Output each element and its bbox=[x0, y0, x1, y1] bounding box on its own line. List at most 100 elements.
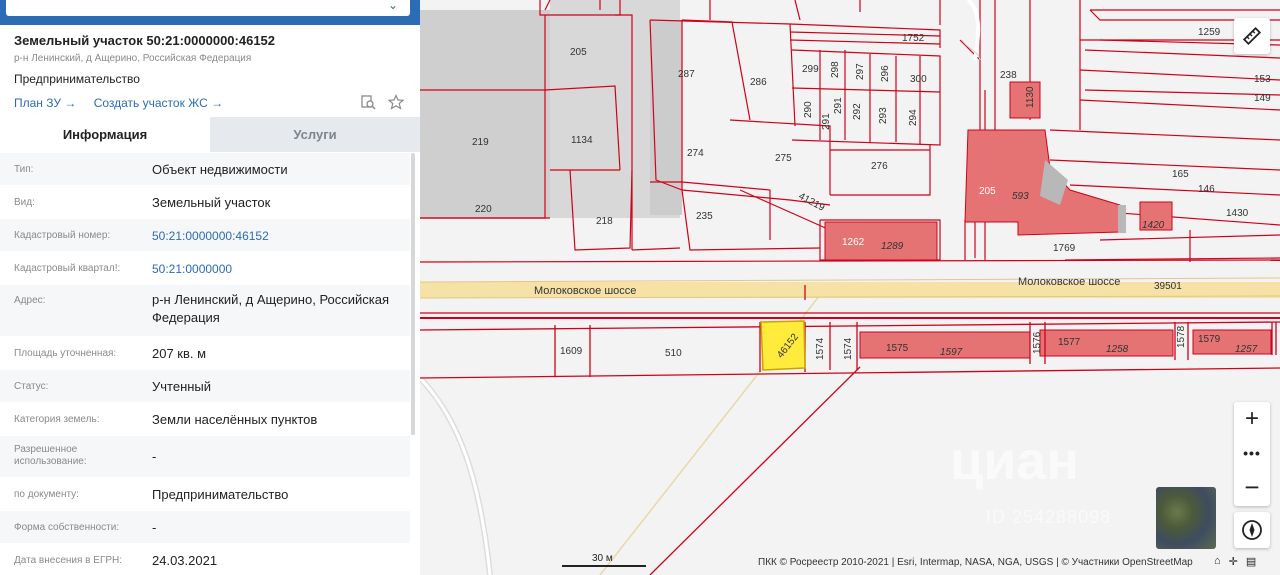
parcel-label: 593 bbox=[1012, 191, 1029, 202]
ruler-icon bbox=[1242, 26, 1262, 46]
layers-icon[interactable]: ▤ bbox=[1246, 555, 1256, 568]
parcel-label: 298 bbox=[830, 61, 841, 78]
parcel-label: 220 bbox=[475, 204, 492, 215]
search-input[interactable]: ⌄ bbox=[6, 0, 410, 16]
parcel-label: 41219 bbox=[797, 191, 827, 214]
more-button[interactable]: ••• bbox=[1234, 436, 1270, 470]
table-row: Кадастровый номер: 50:21:0000000:46152 bbox=[0, 219, 410, 252]
parcel-label: 1575 bbox=[886, 343, 909, 354]
parcel-label: 1262 bbox=[842, 237, 865, 248]
object-title: Земельный участок 50:21:0000000:46152 bbox=[14, 33, 276, 48]
parcel-label: 287 bbox=[678, 69, 695, 80]
parcel-label: 1130 bbox=[1025, 86, 1036, 108]
row-key: Категория земель: bbox=[14, 414, 100, 425]
road-label-left: Молоковское шоссе bbox=[534, 285, 636, 297]
top-search-bar: ⌄ bbox=[0, 0, 435, 25]
parcel-label: 218 bbox=[596, 216, 613, 227]
parcel-label: 235 bbox=[696, 211, 713, 222]
map-road-curve bbox=[420, 375, 493, 575]
row-value: Объект недвижимости bbox=[152, 162, 288, 177]
map-building-block bbox=[420, 10, 550, 218]
parcel-label: 510 bbox=[665, 348, 682, 359]
row-value: Учтенный bbox=[152, 379, 212, 394]
row-key: по документу: bbox=[14, 489, 79, 500]
row-key: Тип: bbox=[14, 164, 34, 175]
parcel-label: 1289 bbox=[881, 241, 904, 252]
row-key: Дата внесения в ЕГРН: bbox=[14, 555, 123, 566]
parcel-label: 276 bbox=[871, 161, 888, 172]
parcel-label: 219 bbox=[472, 137, 489, 148]
watermark: циан bbox=[950, 431, 1080, 491]
parcel-label: 275 bbox=[775, 153, 792, 164]
row-value: Земли населённых пунктов bbox=[152, 412, 318, 427]
zoom-in-button[interactable]: + bbox=[1234, 402, 1270, 436]
map-canvas[interactable]: 1752 1259 205 287 286 299 298 297 296 30… bbox=[420, 0, 1280, 575]
row-value: Предпринимательство bbox=[152, 487, 289, 502]
satellite-layer-toggle[interactable] bbox=[1156, 487, 1216, 549]
road-label-right: Молоковское шоссе bbox=[1018, 276, 1120, 288]
parcel-label: 1574 bbox=[815, 337, 826, 360]
watermark-id: ID 254288098 bbox=[986, 507, 1112, 527]
zoom-controls: + ••• − bbox=[1234, 402, 1270, 506]
plan-zu-link[interactable]: План ЗУ → bbox=[14, 96, 76, 110]
ruler-button[interactable] bbox=[1234, 18, 1270, 54]
scale-label: 30 м bbox=[592, 553, 613, 564]
row-value: 24.03.2021 bbox=[152, 553, 218, 568]
cadastral-quarter-link[interactable]: 50:21:0000000 bbox=[152, 260, 407, 278]
object-use: Предпринимательство bbox=[14, 72, 140, 86]
parcel-label: 297 bbox=[855, 63, 866, 80]
info-panel: Земельный участок 50:21:0000000:46152 р-… bbox=[0, 0, 420, 575]
row-value: - bbox=[152, 520, 157, 535]
star-icon[interactable] bbox=[388, 94, 404, 110]
chevron-down-icon[interactable]: ⌄ bbox=[388, 0, 398, 12]
cadastral-map[interactable]: 1752 1259 205 287 286 299 298 297 296 30… bbox=[420, 0, 1280, 575]
table-row: Категория земель: Земли населённых пункт… bbox=[0, 403, 410, 436]
scrollbar[interactable] bbox=[411, 153, 415, 435]
parcel-label: 299 bbox=[802, 64, 819, 75]
parcel-label: 294 bbox=[908, 109, 919, 126]
table-row: Кадастровый квартал!: 50:21:0000000 bbox=[0, 252, 410, 285]
object-subtitle: р-н Ленинский, д Ащерино, Российская Фед… bbox=[14, 53, 252, 64]
locate-icon[interactable]: ✛ bbox=[1229, 555, 1238, 568]
parcel-label: 1257 bbox=[1235, 344, 1258, 355]
table-row: Адрес: р-н Ленинский, д Ащерино, Российс… bbox=[0, 285, 410, 337]
parcel-label: 1574 bbox=[843, 337, 854, 360]
tab-services[interactable]: Услуги bbox=[210, 117, 420, 152]
row-value: 207 кв. м bbox=[152, 346, 207, 361]
road-edge bbox=[420, 277, 1280, 283]
parcel-label: 146 bbox=[1198, 184, 1215, 195]
building-shadow bbox=[1118, 205, 1126, 233]
parcel-label: 1577 bbox=[1058, 337, 1081, 348]
parcel-label: 1769 bbox=[1053, 243, 1076, 254]
table-row: Тип: Объект недвижимости bbox=[0, 153, 410, 186]
row-key: Разрешенное использование: bbox=[14, 444, 87, 467]
cadastral-number-link[interactable]: 50:21:0000000:46152 bbox=[152, 227, 407, 245]
parcel-label: 149 bbox=[1254, 93, 1271, 104]
row-key: Кадастровый номер: bbox=[14, 230, 111, 241]
parcel-label: 205 bbox=[570, 47, 587, 58]
object-header: Земельный участок 50:21:0000000:46152 р-… bbox=[14, 33, 414, 86]
map-attribution: ПКК © Росреестр 2010-2021 | Esri, Interm… bbox=[758, 557, 1193, 568]
table-row: Разрешенное использование: - bbox=[0, 436, 410, 478]
parcel-label: 165 bbox=[1172, 169, 1189, 180]
parcel-label: 1578 bbox=[1176, 325, 1187, 348]
map-building-block bbox=[650, 20, 682, 215]
map-road-curve bbox=[420, 376, 492, 575]
parcel-label: 291 bbox=[821, 113, 832, 130]
parcel-label: 1420 bbox=[1142, 220, 1165, 231]
road-number: 39501 bbox=[1154, 281, 1182, 292]
table-row: Вид: Земельный участок bbox=[0, 186, 410, 219]
tab-information[interactable]: Информация bbox=[0, 117, 210, 152]
create-zs-link[interactable]: Создать участок ЖС → bbox=[94, 96, 223, 110]
zoom-out-button[interactable]: − bbox=[1234, 470, 1270, 504]
home-icon[interactable]: ⌂ bbox=[1214, 555, 1221, 568]
parcel-label: 1134 bbox=[571, 135, 593, 146]
parcel-label: 238 bbox=[1000, 70, 1017, 81]
compass-button[interactable] bbox=[1234, 512, 1270, 548]
row-value: Земельный участок bbox=[152, 195, 271, 210]
parcel-label: 153 bbox=[1254, 74, 1271, 85]
search-doc-icon[interactable] bbox=[360, 94, 376, 110]
row-key: Кадастровый квартал!: bbox=[14, 263, 121, 274]
info-table: Тип: Объект недвижимости Вид: Земельный … bbox=[0, 153, 410, 575]
parcel-label: 205 bbox=[979, 186, 996, 197]
